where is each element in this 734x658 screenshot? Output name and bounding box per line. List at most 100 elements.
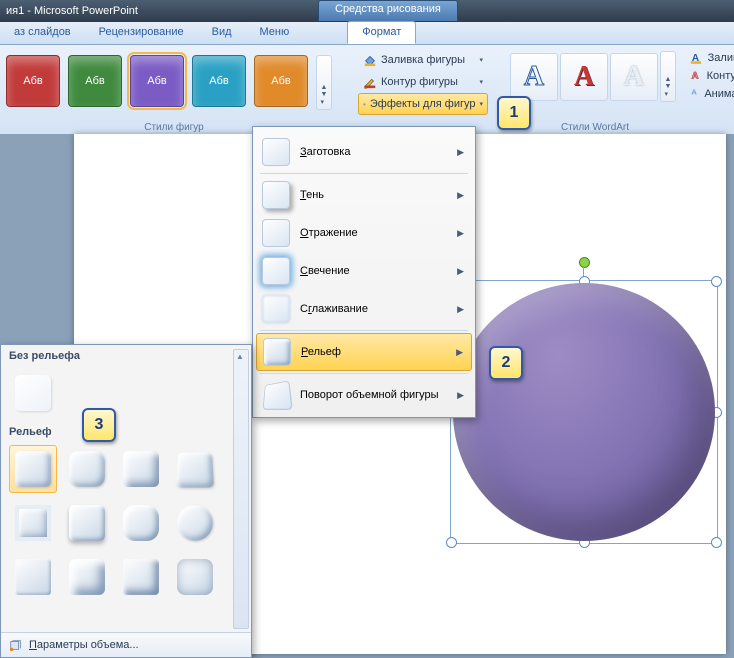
menu-separator	[260, 330, 468, 331]
glow-icon	[262, 257, 290, 285]
wordart-more-button[interactable]: ▲▼▾	[660, 51, 676, 102]
text-outline-button[interactable]: A Контур т	[690, 67, 734, 85]
resize-handle[interactable]	[711, 537, 722, 548]
tab-format[interactable]: Формат	[347, 21, 416, 44]
wordart-style[interactable]: A	[610, 53, 658, 101]
bevel-option[interactable]	[117, 499, 165, 547]
bevel-option[interactable]	[117, 445, 165, 493]
bevel-option-none[interactable]	[9, 369, 57, 417]
shape-styles-gallery[interactable]: Абв Абв Абв Абв Абв ▲▼▾	[0, 49, 354, 125]
fx-label: Заготовка	[300, 146, 350, 158]
doc-name: ия1	[6, 5, 24, 17]
fx-item-glow[interactable]: Свечение▶	[256, 252, 472, 290]
title-bar: ия1 - Microsoft PowerPoint Средства рисо…	[0, 0, 734, 22]
svg-text:A: A	[692, 70, 699, 81]
fx-label: Рельеф	[301, 346, 341, 358]
softedge-icon	[262, 295, 290, 323]
tab-review[interactable]: Рецензирование	[85, 22, 198, 44]
contextual-tab-drawing-tools[interactable]: Средства рисования	[318, 0, 458, 21]
menu-separator	[260, 173, 468, 174]
shape-effects-label: Эффекты для фигур	[370, 98, 476, 110]
bevel-icon	[263, 338, 291, 366]
shape-fill-label: Заливка фигуры	[381, 54, 465, 66]
text-outline-label: Контур т	[707, 70, 734, 82]
fx-label: Свечение	[300, 265, 350, 277]
text-options: A Заливка A Контур т A Анимаци	[690, 49, 734, 103]
reflection-icon	[262, 219, 290, 247]
rotation3d-icon	[263, 380, 293, 410]
annotation-callout-2: 2	[489, 346, 523, 380]
effects-icon	[363, 97, 366, 111]
fx-label: Тень	[300, 189, 324, 201]
shape-style-swatch[interactable]: Абв	[6, 55, 60, 107]
resize-handle[interactable]	[446, 537, 457, 548]
annotation-callout-1: 1	[497, 96, 531, 130]
bevel-option[interactable]	[9, 445, 57, 493]
bevel-gallery: Без рельефа Рельеф Параметры объема...	[0, 344, 252, 658]
bevel-footer-label: Параметры объема...	[29, 639, 139, 651]
shape-styles-more-button[interactable]: ▲▼▾	[316, 55, 332, 110]
bevel-option[interactable]	[63, 553, 111, 601]
selection-box[interactable]	[450, 280, 718, 544]
text-effects-button[interactable]: A Анимаци	[690, 85, 734, 103]
ribbon-tabs: аз слайдов Рецензирование Вид Меню Форма…	[0, 22, 734, 45]
fx-item-preset[interactable]: Заготовка▶	[256, 133, 472, 171]
annotation-callout-3: 3	[82, 408, 116, 442]
bevel-option[interactable]	[171, 553, 219, 601]
bevel-option[interactable]	[171, 445, 219, 493]
tab-view[interactable]: Вид	[198, 22, 246, 44]
pencil-icon	[363, 75, 377, 89]
shape-options: Заливка фигуры▾ Контур фигуры▾ Эффекты д…	[358, 49, 488, 115]
shape-style-swatch[interactable]: Абв	[68, 55, 122, 107]
fx-label: Поворот объемной фигуры	[300, 389, 439, 401]
shape-outline-label: Контур фигуры	[381, 76, 458, 88]
fx-item-bevel[interactable]: Рельеф▶	[256, 333, 472, 371]
shape-fill-button[interactable]: Заливка фигуры▾	[358, 49, 488, 71]
group-label-wordart: Стили WordArt	[510, 122, 680, 133]
fx-item-3drotation[interactable]: Поворот объемной фигуры▶	[256, 376, 472, 414]
volume-options-icon	[9, 638, 23, 652]
fx-item-reflection[interactable]: Отражение▶	[256, 214, 472, 252]
wordart-style[interactable]: A	[560, 53, 608, 101]
shape-outline-button[interactable]: Контур фигуры▾	[358, 71, 488, 93]
bevel-option[interactable]	[63, 445, 111, 493]
preset-icon	[262, 138, 290, 166]
svg-text:A: A	[691, 88, 697, 97]
shadow-icon	[262, 181, 290, 209]
bevel-option[interactable]	[9, 499, 57, 547]
shape-style-swatch[interactable]: Абв	[192, 55, 246, 107]
tab-slideshow[interactable]: аз слайдов	[0, 22, 85, 44]
app-name: Microsoft PowerPoint	[34, 5, 138, 17]
window-title: ия1 - Microsoft PowerPoint	[0, 5, 138, 17]
ribbon: Абв Абв Абв Абв Абв ▲▼▾ Стили фигур Зали…	[0, 45, 734, 136]
text-fill-icon: A	[690, 51, 704, 65]
fx-item-shadow[interactable]: Тень▶	[256, 176, 472, 214]
paint-bucket-icon	[363, 53, 377, 67]
bevel-section-bevel: Рельеф	[1, 421, 251, 441]
shape-style-swatch[interactable]: Абв	[254, 55, 308, 107]
fx-label: Сглаживание	[300, 303, 368, 315]
shape-style-swatch[interactable]: Абв	[130, 55, 184, 107]
menu-separator	[260, 373, 468, 374]
gallery-scrollbar[interactable]	[233, 349, 249, 629]
text-effects-icon: A	[690, 87, 700, 101]
text-outline-icon: A	[690, 69, 703, 83]
oval-shape[interactable]	[453, 283, 715, 541]
bevel-option[interactable]	[117, 553, 165, 601]
bevel-option[interactable]	[63, 499, 111, 547]
text-fill-button[interactable]: A Заливка	[690, 49, 734, 67]
wordart-styles-gallery[interactable]: A A A ▲▼▾	[510, 51, 676, 102]
shape-effects-button[interactable]: Эффекты для фигур▾	[358, 93, 488, 115]
bevel-option[interactable]	[9, 553, 57, 601]
bevel-option[interactable]	[171, 499, 219, 547]
shape-effects-menu: Заготовка▶ Тень▶ Отражение▶ Свечение▶ Сг…	[252, 126, 476, 418]
text-fill-label: Заливка	[708, 52, 734, 64]
bevel-options-button[interactable]: Параметры объема...	[1, 632, 251, 657]
wordart-style[interactable]: A	[510, 53, 558, 101]
bevel-section-none: Без рельефа	[1, 345, 251, 365]
tab-menu[interactable]: Меню	[246, 22, 304, 44]
resize-handle[interactable]	[711, 276, 722, 287]
text-effects-label: Анимаци	[704, 88, 734, 100]
fx-item-softedges[interactable]: Сглаживание▶	[256, 290, 472, 328]
rotation-handle[interactable]	[579, 257, 590, 268]
